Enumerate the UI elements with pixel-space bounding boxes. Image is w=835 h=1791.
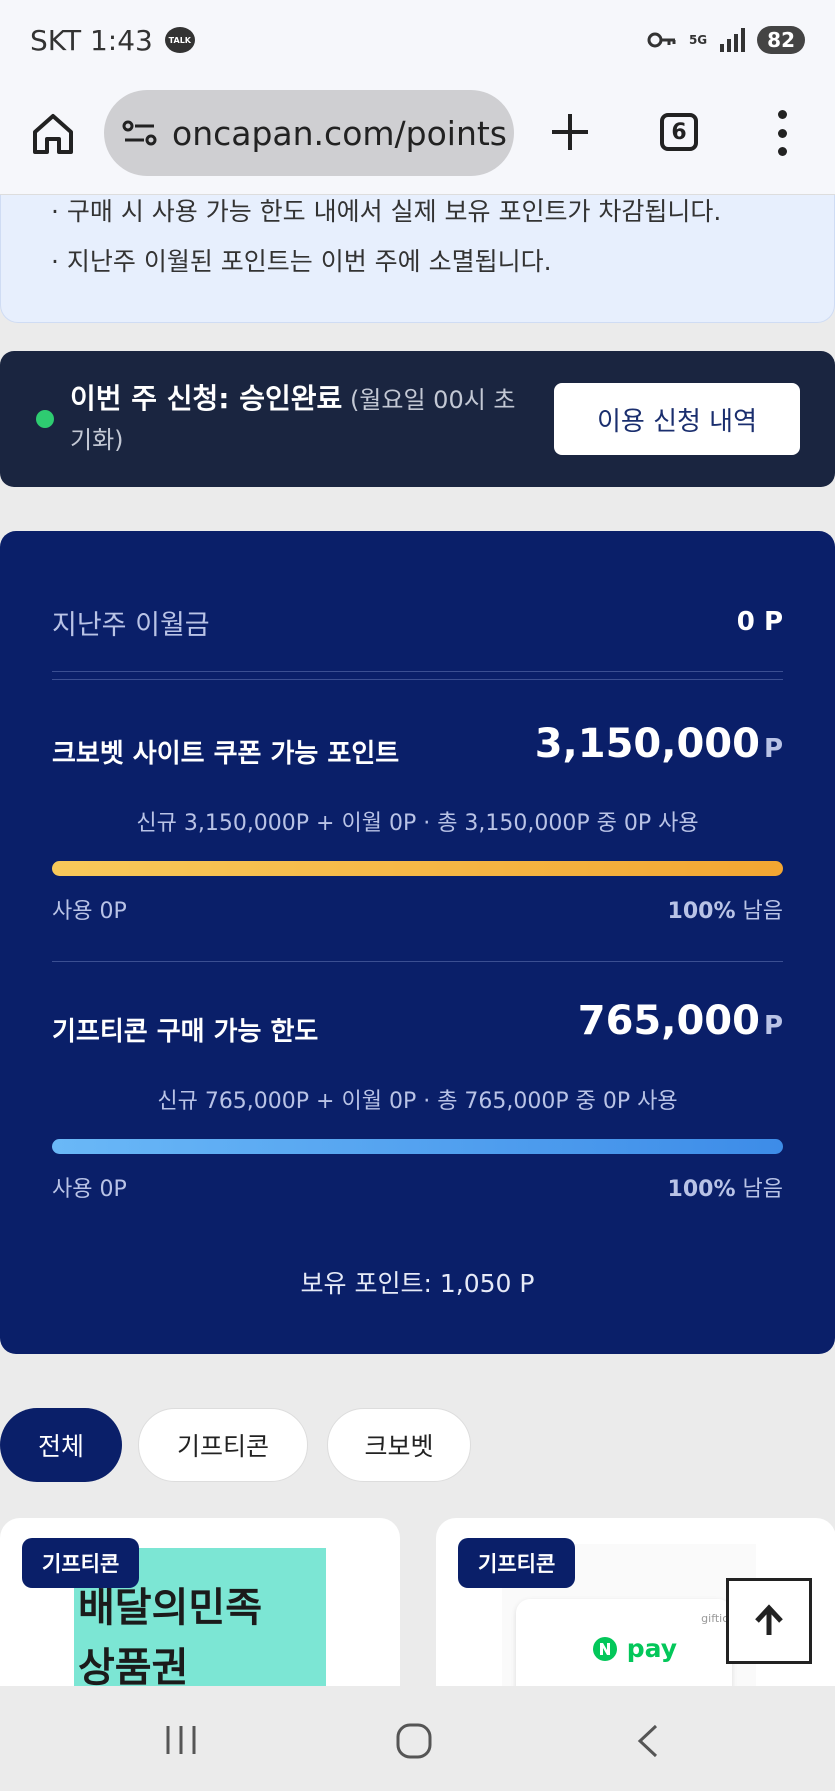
points-summary-card: 지난주 이월금 0 P 크보벳 사이트 쿠폰 가능 포인트 3,150,000 P…: [0, 531, 835, 1354]
new-tab-icon[interactable]: [546, 108, 594, 156]
recent-apps-icon[interactable]: [163, 1722, 199, 1758]
carrier-time: SKT 1:43: [30, 23, 153, 57]
npay-brand: pay: [626, 1634, 678, 1663]
application-status-label: 이번 주 신청: 승인완료: [70, 381, 343, 415]
talk-notification-icon: TALK: [164, 27, 195, 53]
gifticon-limit-amount: 765,000 P: [577, 998, 783, 1044]
battery-indicator: 82: [757, 26, 805, 54]
gifticon-limit-breakdown: 신규 765,000P + 이월 0P · 총 765,000P 중 0P 사용: [157, 1089, 678, 1114]
application-status-bar: 이번 주 신청: 승인완료 (월요일 00시 초기화) 이용 신청 내역: [0, 351, 835, 487]
gifticon-limit-used: 사용 0P: [52, 1177, 127, 1202]
notice-box: · 구매 시 사용 가능 한도 내에서 실제 보유 포인트가 차감됩니다. · …: [0, 195, 835, 323]
notice-line: · 지난주 이월된 포인트는 이번 주에 소멸됩니다.: [51, 247, 552, 276]
site-coupon-progress-bar: [52, 861, 783, 876]
network-5g-icon: 5G: [688, 33, 708, 47]
divider: [52, 961, 783, 962]
signal-icon: [720, 28, 746, 52]
scroll-to-top-button[interactable]: [726, 1578, 812, 1664]
application-history-button[interactable]: 이용 신청 내역: [554, 383, 800, 455]
browser-toolbar: oncapan.com/points 6: [0, 80, 835, 195]
more-menu-icon[interactable]: [770, 110, 794, 156]
gifticon-limit-remaining: 100% 남음: [667, 1177, 783, 1202]
system-nav-bar: [0, 1686, 835, 1791]
arrow-up-icon: [755, 1604, 783, 1635]
filter-kbobet-tab[interactable]: 크보벳: [327, 1408, 471, 1482]
status-bar: SKT 1:43 TALK 5G 82: [0, 0, 835, 80]
carryover-label: 지난주 이월금: [52, 610, 210, 641]
site-coupon-breakdown: 신규 3,150,000P + 이월 0P · 총 3,150,000P 중 0…: [136, 811, 699, 836]
divider: [52, 679, 783, 680]
filter-all-tab[interactable]: 전체: [0, 1408, 122, 1482]
held-points: 보유 포인트: 1,050 P: [300, 1269, 535, 1298]
filter-gifticon-tab[interactable]: 기프티콘: [138, 1408, 308, 1482]
url-text: oncapan.com/points: [172, 113, 507, 153]
site-coupon-title: 크보벳 사이트 쿠폰 가능 포인트: [52, 739, 400, 769]
site-coupon-used: 사용 0P: [52, 899, 127, 924]
carryover-value: 0 P: [736, 607, 783, 637]
category-badge: 기프티콘: [22, 1538, 140, 1588]
vpn-key-icon: [647, 32, 676, 48]
status-dot-icon: [36, 410, 54, 428]
notice-line: · 구매 시 사용 가능 한도 내에서 실제 보유 포인트가 차감됩니다.: [51, 197, 722, 226]
application-status: 이번 주 신청: 승인완료 (월요일 00시 초기화): [70, 379, 520, 460]
site-coupon-amount: 3,150,000 P: [534, 721, 783, 767]
back-nav-icon[interactable]: [632, 1722, 662, 1760]
home-icon[interactable]: [30, 110, 76, 156]
home-nav-icon[interactable]: [395, 1722, 433, 1760]
divider: [52, 671, 783, 672]
gifticon-limit-progress-bar: [52, 1139, 783, 1154]
tab-switcher-button[interactable]: 6: [660, 113, 698, 151]
naver-n-icon: [593, 1637, 617, 1661]
category-badge: 기프티콘: [458, 1538, 576, 1588]
gifticon-limit-title: 기프티콘 구매 가능 한도: [52, 1017, 319, 1047]
site-coupon-remaining: 100% 남음: [667, 899, 783, 924]
address-bar[interactable]: oncapan.com/points: [104, 90, 514, 176]
npay-logo: pay: [592, 1634, 677, 1663]
site-settings-icon[interactable]: [122, 118, 158, 148]
